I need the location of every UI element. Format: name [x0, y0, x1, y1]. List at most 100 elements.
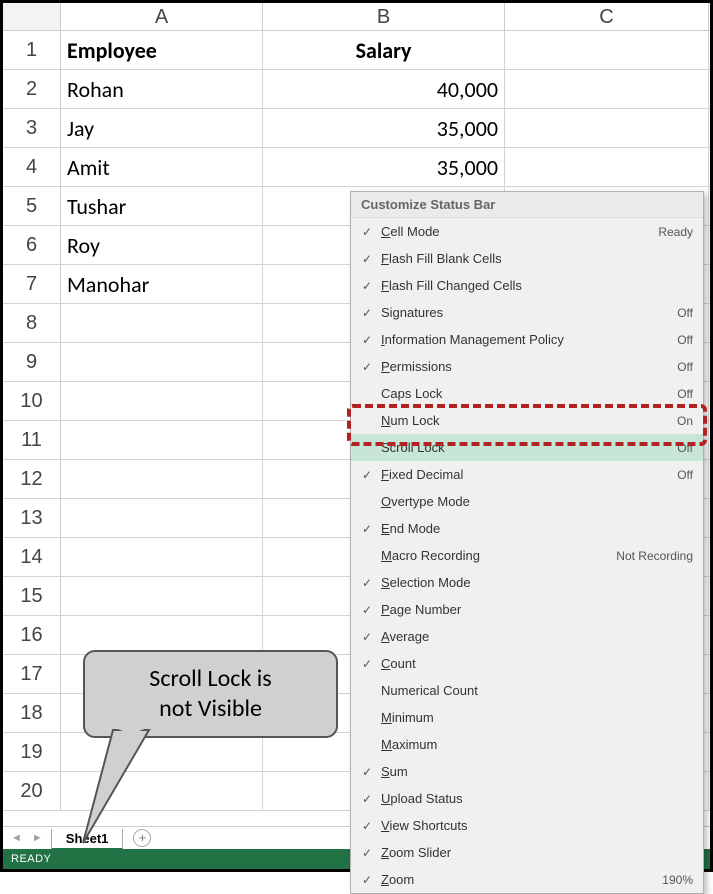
menu-item-cell-mode[interactable]: ✓Cell ModeReady — [351, 218, 703, 245]
row-header[interactable]: 8 — [3, 304, 61, 342]
row-header[interactable]: 16 — [3, 616, 61, 654]
menu-item-label: Information Management Policy — [377, 332, 677, 347]
menu-item-selection-mode[interactable]: ✓Selection Mode — [351, 569, 703, 596]
cell-A7[interactable]: Manohar — [61, 265, 263, 303]
cell-C2[interactable] — [505, 70, 709, 108]
cell-C1[interactable] — [505, 31, 709, 69]
customize-status-bar-menu: Customize Status Bar ✓Cell ModeReady✓Fla… — [350, 191, 704, 894]
row-header[interactable]: 15 — [3, 577, 61, 615]
cell-A4[interactable]: Amit — [61, 148, 263, 186]
cell-A10[interactable] — [61, 382, 263, 420]
menu-item-minimum[interactable]: Minimum — [351, 704, 703, 731]
col-header-A[interactable]: A — [61, 3, 263, 30]
cell-B1[interactable]: Salary — [263, 31, 505, 69]
table-row: 2Rohan40,000 — [3, 70, 710, 109]
menu-item-scroll-lock[interactable]: Scroll LockOff — [351, 434, 703, 461]
cell-A13[interactable] — [61, 499, 263, 537]
row-header[interactable]: 1 — [3, 31, 61, 69]
row-header[interactable]: 19 — [3, 733, 61, 771]
cell-A16[interactable] — [61, 616, 263, 654]
row-header[interactable]: 12 — [3, 460, 61, 498]
cell-A11[interactable] — [61, 421, 263, 459]
cell-A14[interactable] — [61, 538, 263, 576]
column-headers: A B C — [3, 3, 710, 31]
cell-A6[interactable]: Roy — [61, 226, 263, 264]
menu-item-sum[interactable]: ✓Sum — [351, 758, 703, 785]
cell-A2[interactable]: Rohan — [61, 70, 263, 108]
row-header[interactable]: 13 — [3, 499, 61, 537]
menu-item-flash-fill-changed-cells[interactable]: ✓Flash Fill Changed Cells — [351, 272, 703, 299]
table-row: 3Jay35,000 — [3, 109, 710, 148]
cell-B3[interactable]: 35,000 — [263, 109, 505, 147]
add-sheet-button[interactable]: + — [133, 829, 151, 847]
menu-item-macro-recording[interactable]: Macro RecordingNot Recording — [351, 542, 703, 569]
menu-item-fixed-decimal[interactable]: ✓Fixed DecimalOff — [351, 461, 703, 488]
cell-A19[interactable] — [61, 733, 263, 771]
menu-item-numerical-count[interactable]: Numerical Count — [351, 677, 703, 704]
select-all-corner[interactable] — [3, 3, 61, 30]
row-header[interactable]: 9 — [3, 343, 61, 381]
menu-item-num-lock[interactable]: Num LockOn — [351, 407, 703, 434]
status-mode: READY — [11, 853, 51, 865]
check-icon: ✓ — [357, 522, 377, 536]
cell-C4[interactable] — [505, 148, 709, 186]
menu-item-upload-status[interactable]: ✓Upload Status — [351, 785, 703, 812]
cell-A3[interactable]: Jay — [61, 109, 263, 147]
row-header[interactable]: 17 — [3, 655, 61, 693]
cell-A1[interactable]: Employee — [61, 31, 263, 69]
row-header[interactable]: 11 — [3, 421, 61, 459]
menu-item-status: Off — [677, 360, 693, 374]
row-header[interactable]: 3 — [3, 109, 61, 147]
menu-item-label: Average — [377, 629, 693, 644]
menu-item-label: Numerical Count — [377, 683, 693, 698]
cell-A15[interactable] — [61, 577, 263, 615]
table-row: 4Amit35,000 — [3, 148, 710, 187]
col-header-C[interactable]: C — [505, 3, 709, 30]
cell-A8[interactable] — [61, 304, 263, 342]
menu-item-flash-fill-blank-cells[interactable]: ✓Flash Fill Blank Cells — [351, 245, 703, 272]
menu-item-maximum[interactable]: Maximum — [351, 731, 703, 758]
next-sheet-icon[interactable]: ► — [32, 832, 43, 844]
menu-item-permissions[interactable]: ✓PermissionsOff — [351, 353, 703, 380]
cell-A12[interactable] — [61, 460, 263, 498]
check-icon: ✓ — [357, 657, 377, 671]
menu-item-label: Flash Fill Changed Cells — [377, 278, 693, 293]
prev-sheet-icon[interactable]: ◄ — [11, 832, 22, 844]
check-icon: ✓ — [357, 792, 377, 806]
row-header[interactable]: 18 — [3, 694, 61, 732]
cell-A5[interactable]: Tushar — [61, 187, 263, 225]
menu-item-status: Off — [677, 387, 693, 401]
menu-item-signatures[interactable]: ✓SignaturesOff — [351, 299, 703, 326]
row-header[interactable]: 4 — [3, 148, 61, 186]
sheet-tab-active[interactable]: Sheet1 — [51, 829, 124, 850]
menu-item-caps-lock[interactable]: Caps LockOff — [351, 380, 703, 407]
menu-item-zoom-slider[interactable]: ✓Zoom Slider — [351, 839, 703, 866]
menu-item-end-mode[interactable]: ✓End Mode — [351, 515, 703, 542]
row-header[interactable]: 14 — [3, 538, 61, 576]
menu-item-status: Off — [677, 333, 693, 347]
check-icon: ✓ — [357, 306, 377, 320]
col-header-B[interactable]: B — [263, 3, 505, 30]
cell-A9[interactable] — [61, 343, 263, 381]
cell-C3[interactable] — [505, 109, 709, 147]
cell-B2[interactable]: 40,000 — [263, 70, 505, 108]
menu-item-information-management-policy[interactable]: ✓Information Management PolicyOff — [351, 326, 703, 353]
row-header[interactable]: 10 — [3, 382, 61, 420]
cell-A20[interactable] — [61, 772, 263, 810]
row-header[interactable]: 7 — [3, 265, 61, 303]
row-header[interactable]: 20 — [3, 772, 61, 810]
menu-item-view-shortcuts[interactable]: ✓View Shortcuts — [351, 812, 703, 839]
menu-item-label: Count — [377, 656, 693, 671]
menu-item-status: Ready — [658, 225, 693, 239]
menu-item-zoom[interactable]: ✓Zoom190% — [351, 866, 703, 893]
menu-item-page-number[interactable]: ✓Page Number — [351, 596, 703, 623]
menu-item-count[interactable]: ✓Count — [351, 650, 703, 677]
callout-text: Scroll Lock is not Visible — [83, 650, 338, 738]
menu-item-overtype-mode[interactable]: Overtype Mode — [351, 488, 703, 515]
check-icon: ✓ — [357, 873, 377, 887]
menu-item-average[interactable]: ✓Average — [351, 623, 703, 650]
row-header[interactable]: 6 — [3, 226, 61, 264]
row-header[interactable]: 2 — [3, 70, 61, 108]
row-header[interactable]: 5 — [3, 187, 61, 225]
cell-B4[interactable]: 35,000 — [263, 148, 505, 186]
